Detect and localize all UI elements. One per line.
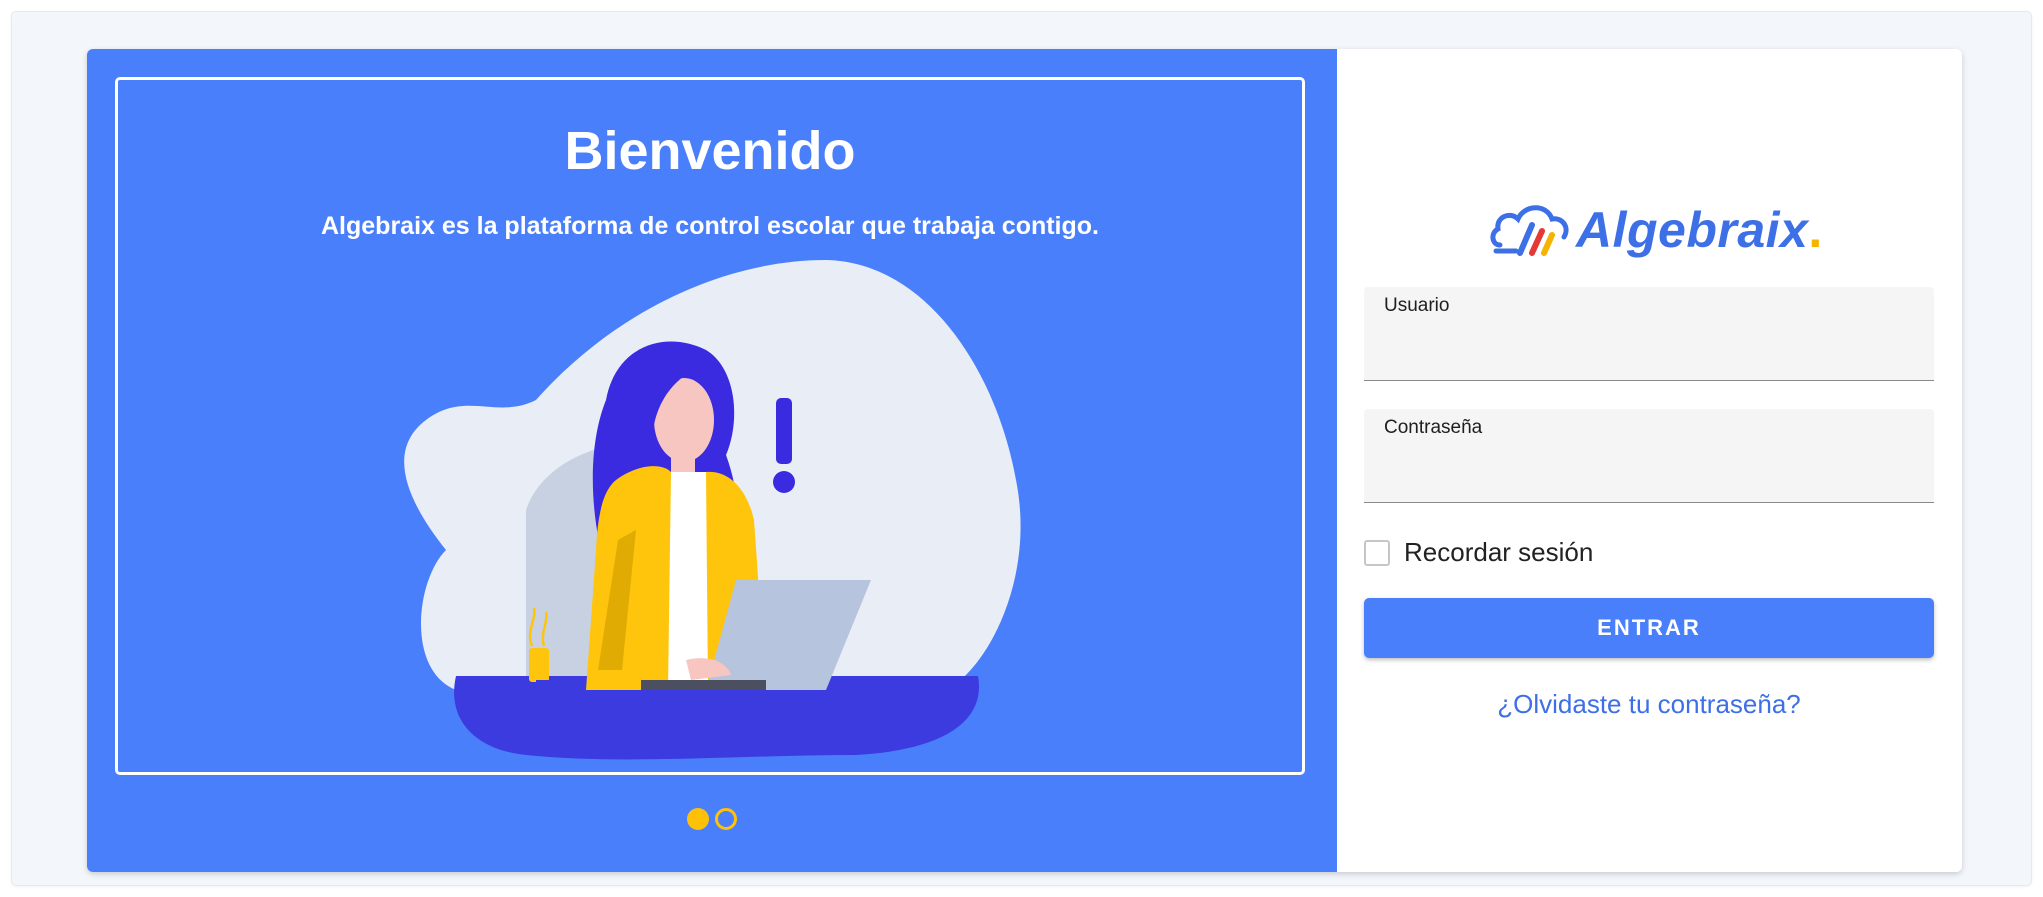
carousel-indicators: [87, 808, 1337, 830]
carousel-dot-2[interactable]: [715, 808, 737, 830]
welcome-title: Bienvenido: [564, 121, 856, 181]
username-field[interactable]: Usuario: [1364, 287, 1934, 381]
login-button[interactable]: ENTRAR: [1364, 598, 1934, 658]
carousel-slide: Bienvenido Algebraix es la plataforma de…: [115, 77, 1305, 775]
remember-label: Recordar sesión: [1404, 537, 1594, 567]
carousel-dot-1[interactable]: [687, 808, 709, 830]
password-label: Contraseña: [1384, 417, 1483, 438]
welcome-panel: Bienvenido Algebraix es la plataforma de…: [87, 49, 1337, 872]
forgot-password-link[interactable]: ¿Olvidaste tu contraseña?: [1364, 689, 1934, 720]
page-frame: Bienvenido Algebraix es la plataforma de…: [12, 12, 2031, 885]
woman-laptop-illustration: [404, 260, 1021, 760]
username-label: Usuario: [1384, 295, 1450, 316]
login-card: Bienvenido Algebraix es la plataforma de…: [87, 49, 1962, 872]
brand-name: Algebraix: [1576, 202, 1809, 258]
login-panel: Algebraix. Usuario Contraseña Recordar s…: [1337, 49, 1962, 872]
remember-session[interactable]: Recordar sesión: [1364, 537, 1593, 568]
brand-logo: Algebraix.: [1490, 201, 1822, 259]
brand-dot: .: [1808, 202, 1823, 258]
algebraix-logo-icon: [1490, 205, 1569, 256]
password-field[interactable]: Contraseña: [1364, 409, 1934, 503]
remember-checkbox[interactable]: [1364, 539, 1390, 566]
password-input[interactable]: [1384, 449, 1914, 491]
username-input[interactable]: [1384, 327, 1914, 369]
welcome-subtitle: Algebraix es la plataforma de control es…: [321, 212, 1099, 240]
